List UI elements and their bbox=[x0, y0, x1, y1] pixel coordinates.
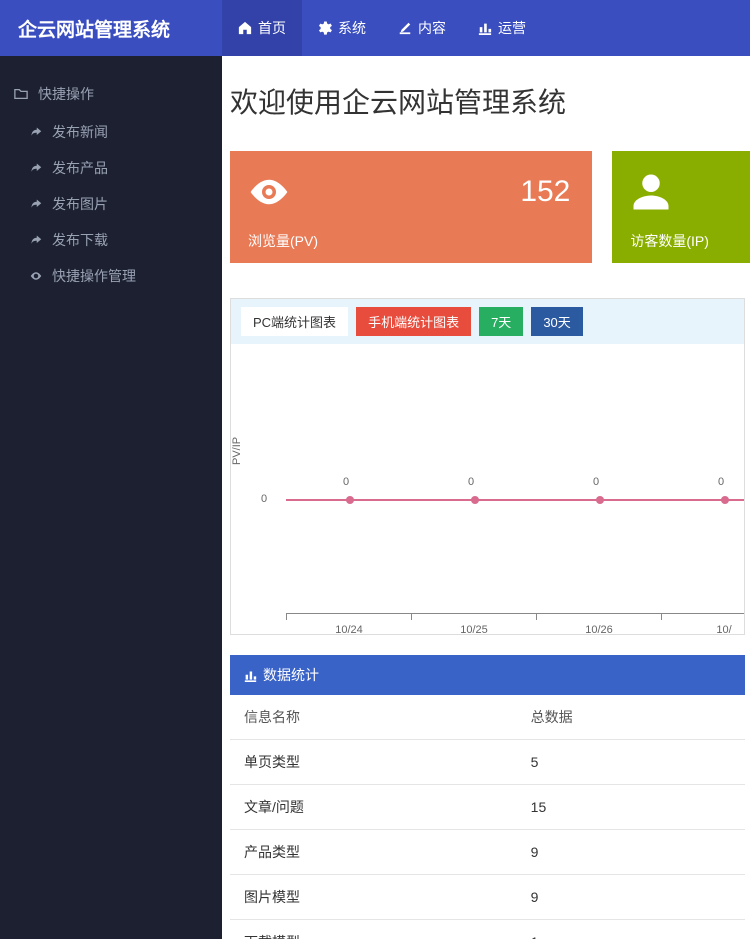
table-row: 单页类型5 bbox=[230, 740, 745, 785]
table-row: 文章/问题15 bbox=[230, 785, 745, 830]
table-header-row: 信息名称 总数据 bbox=[230, 695, 745, 740]
bar-chart-icon bbox=[478, 21, 492, 35]
tab-30days[interactable]: 30天 bbox=[531, 307, 582, 336]
stat-value: 152 bbox=[520, 175, 570, 209]
table-header: 总数据 bbox=[517, 695, 745, 740]
data-point-label: 0 bbox=[718, 476, 724, 488]
share-icon bbox=[30, 126, 42, 138]
nav-home[interactable]: 首页 bbox=[222, 0, 302, 56]
data-point-label: 0 bbox=[593, 476, 599, 488]
table-row: 图片模型9 bbox=[230, 875, 745, 920]
brand-title: 企云网站管理系统 bbox=[0, 15, 222, 42]
stat-label: 浏览量(PV) bbox=[248, 231, 318, 251]
stat-label: 访客数量(IP) bbox=[630, 231, 709, 251]
sidebar-item-manage[interactable]: 快捷操作管理 bbox=[0, 258, 222, 294]
chart-xtick: 10/26 bbox=[585, 624, 613, 636]
table-header: 信息名称 bbox=[230, 695, 517, 740]
chart-line: 0 0 0 0 bbox=[286, 499, 744, 501]
sidebar-item-label: 发布图片 bbox=[52, 194, 108, 214]
sidebar-item-label: 发布产品 bbox=[52, 158, 108, 178]
nav-content[interactable]: 内容 bbox=[382, 0, 462, 56]
nav-operations-label: 运营 bbox=[498, 18, 526, 38]
share-icon bbox=[30, 162, 42, 174]
user-icon bbox=[630, 171, 672, 213]
folder-icon bbox=[14, 87, 28, 101]
tab-mobile-chart[interactable]: 手机端统计图表 bbox=[356, 307, 471, 336]
chart-plot: PV/IP 0 0 0 0 0 10/24 10/25 10/26 10/ bbox=[231, 344, 744, 634]
stats-panel: 数据统计 信息名称 总数据 单页类型5 文章/问题15 产品类型9 图片模型9 … bbox=[230, 655, 745, 939]
sidebar-item-image[interactable]: 发布图片 bbox=[0, 186, 222, 222]
sidebar-group-quick[interactable]: 快捷操作 bbox=[0, 74, 222, 114]
sidebar-group-label: 快捷操作 bbox=[38, 84, 94, 104]
edit-icon bbox=[398, 21, 412, 35]
data-point-label: 0 bbox=[468, 476, 474, 488]
sidebar-item-label: 发布新闻 bbox=[52, 122, 108, 142]
stats-title: 数据统计 bbox=[263, 665, 319, 685]
bar-chart-icon bbox=[244, 669, 257, 682]
sidebar-item-download[interactable]: 发布下载 bbox=[0, 222, 222, 258]
share-icon bbox=[30, 198, 42, 210]
cell: 下载模型 bbox=[230, 920, 517, 939]
nav-system-label: 系统 bbox=[338, 18, 366, 38]
cell: 1 bbox=[517, 920, 745, 939]
sidebar-item-label: 发布下载 bbox=[52, 230, 108, 250]
cell: 产品类型 bbox=[230, 830, 517, 875]
nav-operations[interactable]: 运营 bbox=[462, 0, 542, 56]
chart-ytick: 0 bbox=[261, 493, 267, 505]
sidebar-item-label: 快捷操作管理 bbox=[52, 266, 136, 286]
cell: 文章/问题 bbox=[230, 785, 517, 830]
tab-pc-chart[interactable]: PC端统计图表 bbox=[241, 307, 348, 336]
nav-home-label: 首页 bbox=[258, 18, 286, 38]
table-row: 下载模型1 bbox=[230, 920, 745, 939]
stat-card-ip: 访客数量(IP) bbox=[612, 151, 750, 263]
tab-7days[interactable]: 7天 bbox=[479, 307, 523, 336]
chart-xtick: 10/25 bbox=[460, 624, 488, 636]
stat-card-pv: 152 浏览量(PV) bbox=[230, 151, 592, 263]
eye-icon bbox=[30, 270, 42, 282]
nav-content-label: 内容 bbox=[418, 18, 446, 38]
chart-xaxis: 10/24 10/25 10/26 10/ bbox=[286, 613, 744, 614]
cell: 9 bbox=[517, 830, 745, 875]
stats-panel-header: 数据统计 bbox=[230, 655, 745, 695]
cell: 9 bbox=[517, 875, 745, 920]
stats-table: 信息名称 总数据 单页类型5 文章/问题15 产品类型9 图片模型9 下载模型1 bbox=[230, 695, 745, 939]
share-icon bbox=[30, 234, 42, 246]
sidebar: 快捷操作 发布新闻 发布产品 发布图片 发布下载 快捷操作管理 bbox=[0, 56, 222, 939]
cell: 15 bbox=[517, 785, 745, 830]
cell: 5 bbox=[517, 740, 745, 785]
nav-system[interactable]: 系统 bbox=[302, 0, 382, 56]
sidebar-item-news[interactable]: 发布新闻 bbox=[0, 114, 222, 150]
sidebar-item-product[interactable]: 发布产品 bbox=[0, 150, 222, 186]
chart-xtick: 10/ bbox=[716, 624, 731, 636]
gears-icon bbox=[318, 21, 332, 35]
page-title: 欢迎使用企云网站管理系统 bbox=[230, 81, 750, 121]
chart-xtick: 10/24 bbox=[335, 624, 363, 636]
cell: 单页类型 bbox=[230, 740, 517, 785]
table-row: 产品类型9 bbox=[230, 830, 745, 875]
chart-ylabel: PV/IP bbox=[231, 437, 243, 465]
cell: 图片模型 bbox=[230, 875, 517, 920]
top-navigation: 首页 系统 内容 运营 bbox=[222, 0, 542, 56]
chart-panel: PC端统计图表 手机端统计图表 7天 30天 PV/IP 0 0 0 0 0 1… bbox=[230, 298, 745, 635]
data-point-label: 0 bbox=[343, 476, 349, 488]
home-icon bbox=[238, 21, 252, 35]
eye-icon bbox=[248, 171, 290, 213]
